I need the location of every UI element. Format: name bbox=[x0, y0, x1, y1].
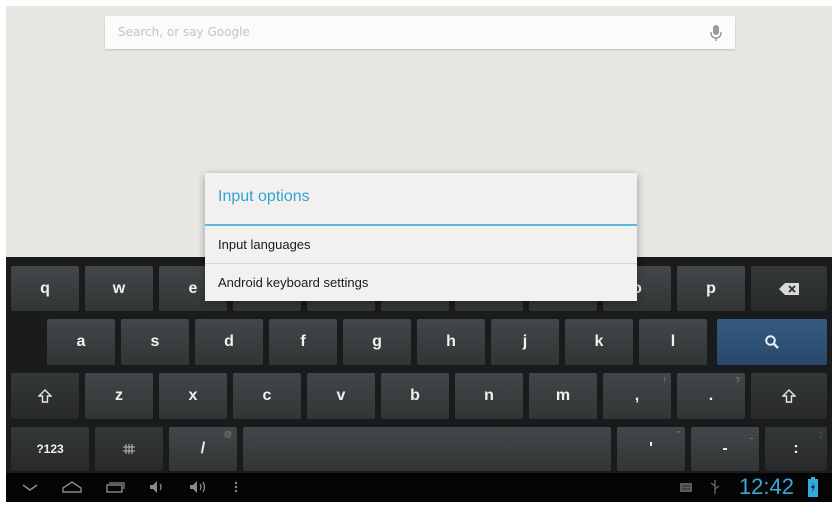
key-label: w bbox=[112, 279, 126, 297]
key-label: v bbox=[336, 387, 346, 404]
recent-apps-icon[interactable] bbox=[104, 478, 126, 496]
key-q[interactable]: q bbox=[11, 266, 79, 311]
backspace-icon bbox=[779, 282, 799, 295]
key-l[interactable]: l bbox=[639, 319, 707, 365]
space-key[interactable] bbox=[243, 427, 611, 471]
key-label: ?123 bbox=[36, 442, 64, 456]
key-v[interactable]: v bbox=[307, 373, 375, 419]
key-label: m bbox=[555, 387, 571, 404]
key-m[interactable]: m bbox=[529, 373, 597, 419]
key-label: n bbox=[484, 387, 494, 404]
key-dash[interactable]: - _ bbox=[691, 427, 759, 471]
search-key[interactable] bbox=[717, 319, 827, 365]
key-label: j bbox=[522, 333, 528, 350]
key-label: d bbox=[224, 333, 234, 350]
search-placeholder: Search, or say Google bbox=[118, 25, 250, 39]
key-j[interactable]: j bbox=[491, 319, 559, 365]
key-n[interactable]: n bbox=[455, 373, 523, 419]
key-h[interactable]: h bbox=[417, 319, 485, 365]
microphone-icon[interactable] bbox=[709, 24, 723, 42]
key-comma[interactable]: ,! bbox=[603, 373, 671, 419]
battery-charging-icon bbox=[808, 477, 818, 497]
key-label: , bbox=[634, 387, 640, 404]
hide-keyboard-icon[interactable] bbox=[20, 478, 40, 496]
home-icon[interactable] bbox=[60, 478, 84, 496]
key-z[interactable]: z bbox=[85, 373, 153, 419]
key-label: e bbox=[188, 279, 198, 297]
keyboard-settings-icon bbox=[123, 444, 135, 454]
key-label: : bbox=[793, 440, 799, 457]
home-screen: Search, or say Google q w e r t y u i o … bbox=[6, 6, 832, 502]
menu-icon[interactable] bbox=[232, 478, 240, 496]
key-label: f bbox=[300, 333, 306, 350]
key-colon[interactable]: :; bbox=[765, 427, 827, 471]
key-label: z bbox=[115, 387, 123, 404]
key-slash[interactable]: / @ bbox=[169, 427, 237, 471]
numbers-symbols-key[interactable]: ?123 bbox=[11, 427, 89, 471]
volume-down-icon[interactable] bbox=[148, 478, 168, 496]
key-d[interactable]: d bbox=[195, 319, 263, 365]
key-label: p bbox=[706, 279, 716, 297]
volume-up-icon[interactable] bbox=[188, 478, 212, 496]
clock: 12:42 bbox=[738, 474, 794, 499]
key-s[interactable]: s bbox=[121, 319, 189, 365]
search-icon bbox=[765, 335, 779, 349]
keyboard-settings-option[interactable]: Android keyboard settings bbox=[205, 264, 637, 301]
input-languages-option[interactable]: Input languages bbox=[205, 226, 637, 263]
system-navigation-bar: 12:42 bbox=[6, 473, 832, 502]
key-hint: " bbox=[677, 430, 680, 439]
dialog-title: Input options bbox=[218, 188, 310, 205]
key-label: - bbox=[722, 440, 728, 457]
key-apostrophe[interactable]: ' " bbox=[617, 427, 685, 471]
key-hint: _ bbox=[749, 430, 754, 439]
shift-icon bbox=[782, 389, 796, 403]
key-hint: ! bbox=[663, 376, 666, 385]
key-label: a bbox=[76, 333, 86, 350]
key-f[interactable]: f bbox=[269, 319, 337, 365]
key-hint: ? bbox=[735, 376, 740, 385]
usb-icon bbox=[710, 480, 720, 494]
option-label: Input languages bbox=[218, 237, 311, 252]
key-label: ' bbox=[649, 440, 653, 457]
shift-key-right[interactable] bbox=[751, 373, 827, 419]
key-label: b bbox=[410, 387, 420, 404]
shift-icon bbox=[38, 389, 52, 403]
option-label: Android keyboard settings bbox=[218, 275, 369, 290]
settings-key[interactable] bbox=[95, 427, 163, 471]
input-options-dialog: Input options Input languages Android ke… bbox=[205, 173, 637, 301]
key-x[interactable]: x bbox=[159, 373, 227, 419]
key-b[interactable]: b bbox=[381, 373, 449, 419]
key-label: h bbox=[446, 333, 456, 350]
key-label: / bbox=[200, 440, 206, 457]
key-period[interactable]: .? bbox=[677, 373, 745, 419]
key-c[interactable]: c bbox=[233, 373, 301, 419]
key-hint: ; bbox=[819, 430, 822, 439]
key-label: g bbox=[372, 333, 382, 350]
key-w[interactable]: w bbox=[85, 266, 153, 311]
key-hint: @ bbox=[223, 430, 232, 439]
key-p[interactable]: p bbox=[677, 266, 745, 311]
key-k[interactable]: k bbox=[565, 319, 633, 365]
key-label: q bbox=[40, 279, 50, 297]
key-label: s bbox=[150, 333, 160, 350]
key-label: . bbox=[708, 387, 714, 404]
key-a[interactable]: a bbox=[47, 319, 115, 365]
shift-key-left[interactable] bbox=[11, 373, 79, 419]
key-label: x bbox=[188, 387, 198, 404]
key-g[interactable]: g bbox=[343, 319, 411, 365]
key-label: l bbox=[670, 333, 676, 350]
keyboard-notification-icon[interactable] bbox=[678, 478, 694, 496]
key-label: c bbox=[262, 387, 272, 404]
key-label: k bbox=[594, 333, 604, 350]
google-search-bar[interactable]: Search, or say Google bbox=[105, 16, 735, 49]
backspace-key[interactable] bbox=[751, 266, 827, 311]
